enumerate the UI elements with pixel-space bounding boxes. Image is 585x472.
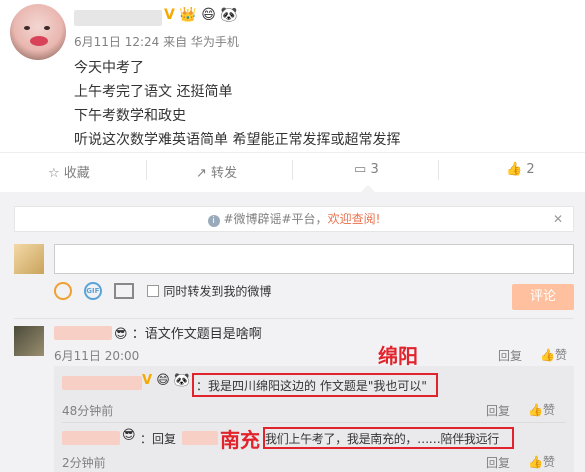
close-icon[interactable]: ✕ xyxy=(553,207,563,231)
reply-link[interactable]: 回复 xyxy=(498,347,522,364)
reply-prefix: ：回复 xyxy=(140,432,177,446)
repost-icon: ↗ xyxy=(196,166,207,181)
info-icon: i xyxy=(207,215,220,227)
commenter-avatar[interactable] xyxy=(14,326,44,356)
thumbs-up-icon: 👍 xyxy=(528,403,543,417)
reply-link[interactable]: 回复 xyxy=(486,402,510,419)
commenter-name[interactable] xyxy=(54,326,112,340)
like-link[interactable]: 👍赞 xyxy=(528,453,555,470)
nanchong-annotation: 南充 xyxy=(220,428,260,452)
author-name[interactable] xyxy=(74,10,162,26)
crown-icon: 👑 xyxy=(179,7,197,23)
thumbs-up-icon: 👍 xyxy=(528,455,543,469)
caret-pointer xyxy=(360,185,376,193)
repost-button[interactable]: ↗ 转发 xyxy=(196,162,237,181)
favorite-button[interactable]: ☆ 收藏 xyxy=(48,162,90,181)
image-icon[interactable] xyxy=(113,283,134,299)
like-button[interactable]: 👍 2 xyxy=(506,162,535,177)
reply-text: 我们上午考了，我是南充的，……陪伴我远行 xyxy=(265,432,500,446)
gif-icon[interactable]: GIF xyxy=(83,282,102,300)
mianyang-annotation: 绵阳 xyxy=(378,344,418,368)
verified-badge: V xyxy=(142,373,153,388)
comment-button[interactable]: ▭ 3 xyxy=(354,162,379,177)
repost-label: 转发 xyxy=(211,166,238,181)
like-label: 赞 xyxy=(554,348,567,362)
sunglasses-emoji: 😎 xyxy=(122,428,136,443)
composer-tools: GIF 同时转发到我的微博 xyxy=(54,282,271,304)
verified-badge: V xyxy=(164,7,175,23)
composer-avatar xyxy=(14,244,44,274)
like-label: 赞 xyxy=(542,403,555,417)
reply-target-name[interactable] xyxy=(182,431,218,445)
notice-link[interactable]: 欢迎查阅! xyxy=(328,212,381,226)
replier-name[interactable] xyxy=(62,431,120,445)
author-avatar[interactable] xyxy=(10,4,66,60)
comment-time: 6月11日 20:00 xyxy=(54,349,140,363)
comment-count: 3 xyxy=(370,162,379,177)
sunglasses-emoji: 😎 xyxy=(114,327,128,342)
sync-label: 同时转发到我的微博 xyxy=(163,284,272,299)
submit-comment-button[interactable]: 评论 xyxy=(512,284,574,310)
notice-tag: #微博辟谣#平台， xyxy=(223,212,328,226)
star-icon: ☆ xyxy=(48,166,60,181)
thumbs-up-icon: 👍 xyxy=(540,348,555,362)
post-line: 听说这次数学难英语简单 希望能正常发挥或超常发挥 xyxy=(74,132,401,148)
notice-bar: i #微博辟谣#平台，欢迎查阅! ✕ xyxy=(14,206,574,232)
reply-time: 2分钟前 xyxy=(62,456,106,470)
replier-name[interactable] xyxy=(62,376,142,390)
thumbs-up-icon: 👍 xyxy=(506,162,523,177)
author-badges: V 👑 😄 🐼 xyxy=(164,7,238,23)
post-line: 下午考数学和政史 xyxy=(74,108,186,124)
reply-time: 48分钟前 xyxy=(62,404,114,418)
panda-emoji: 🐼 xyxy=(173,373,191,388)
smile-emoji: 😄 xyxy=(156,373,170,388)
list-item: 😎 ：语文作文题目是啥啊 xyxy=(114,323,262,342)
comment-input[interactable] xyxy=(54,244,574,274)
like-link[interactable]: 👍赞 xyxy=(528,401,555,418)
comment-icon: ▭ xyxy=(354,162,367,177)
post-meta: 6月11日 12:24 来自 华为手机 xyxy=(74,35,239,49)
like-count: 2 xyxy=(526,162,535,177)
favorite-label: 收藏 xyxy=(63,166,90,181)
post-content: 今天中考了 上午考完了语文 还挺简单 下午考数学和政史 听说这次数学难英语简单 … xyxy=(74,56,400,152)
post-line: 上午考完了语文 还挺简单 xyxy=(74,84,233,100)
sync-checkbox[interactable] xyxy=(147,285,160,297)
panda-emoji: 🐼 xyxy=(220,7,238,23)
emoji-icon[interactable] xyxy=(54,282,72,300)
action-bar: ☆ 收藏 ↗ 转发 ▭ 3 👍 2 xyxy=(0,160,585,182)
replier-badges: V 😄 🐼 xyxy=(142,373,190,388)
like-label: 赞 xyxy=(542,455,555,469)
reply-link[interactable]: 回复 xyxy=(486,454,510,471)
comment-text: ：语文作文题目是啥啊 xyxy=(131,327,262,342)
smile-emoji: 😄 xyxy=(201,7,216,23)
reply-text: ：我是四川绵阳这边的 作文题是"我也可以" xyxy=(196,379,427,393)
post-line: 今天中考了 xyxy=(74,60,144,76)
like-link[interactable]: 👍赞 xyxy=(540,346,567,363)
